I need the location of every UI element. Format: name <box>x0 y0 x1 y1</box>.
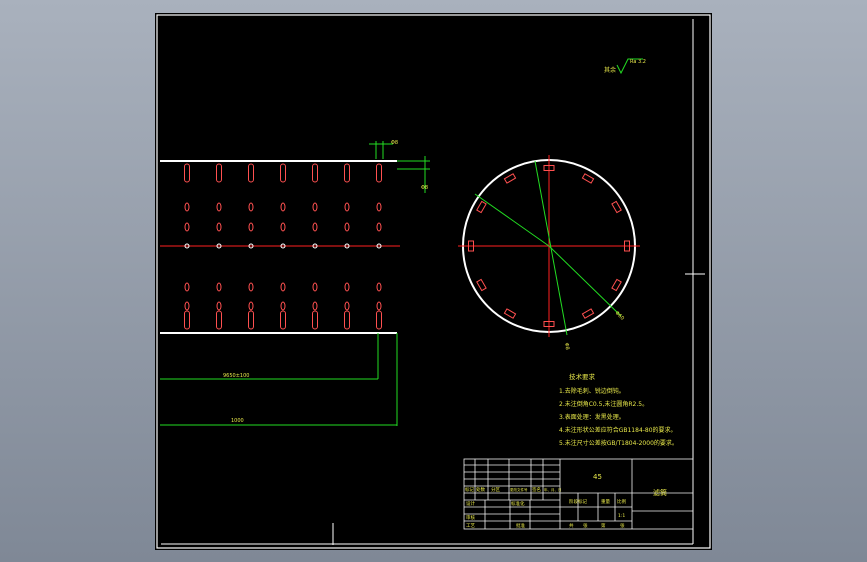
hole-6-2 <box>248 310 254 330</box>
hole-4-1 <box>216 282 222 292</box>
hole-0-0 <box>184 163 190 183</box>
dim-diagonal <box>534 160 568 336</box>
hole-0-6 <box>376 163 382 183</box>
drawing-canvas: Φ8 Φ8 9650±100 1000 Φ60 Φ8 其余 Ra 3.2 技术要… <box>156 14 711 549</box>
tb-approve: 批准 <box>516 522 525 529</box>
cad-viewport[interactable]: Φ8 Φ8 9650±100 1000 Φ60 Φ8 其余 Ra 3.2 技术要… <box>155 13 712 550</box>
circle-slot-4 <box>503 308 517 319</box>
dim-radius-left <box>474 193 550 247</box>
hole-5-1 <box>216 301 222 311</box>
hole-0-5 <box>344 163 350 183</box>
tb-page: 张 <box>620 522 625 529</box>
tb-scale: 1:1 <box>618 513 625 519</box>
hole-5-3 <box>280 301 286 311</box>
tb-header-1: 处数 <box>476 486 485 493</box>
dim-inner-length-text: 9650±100 <box>223 373 249 379</box>
hole-6-5 <box>344 310 350 330</box>
hole-2-2 <box>248 222 254 232</box>
title-block-text: 标记 处数 分区 更改文件号 签名 年、月、日 设计 标准化 审核 工艺 批准 … <box>465 473 667 529</box>
circle-slot-11 <box>611 200 622 214</box>
hole-5-6 <box>376 301 382 311</box>
circle-slot-10 <box>581 173 595 184</box>
hole-0-1 <box>216 163 222 183</box>
hole-4-2 <box>248 282 254 292</box>
hole-4-3 <box>280 282 286 292</box>
dim-radius-right <box>548 245 622 317</box>
hole-6-1 <box>216 310 222 330</box>
hole-1-1 <box>216 202 222 212</box>
hole-4-6 <box>376 282 382 292</box>
hole-4-0 <box>184 282 190 292</box>
hole-6-6 <box>376 310 382 330</box>
hole-2-3 <box>280 222 286 232</box>
circle-slot-8 <box>503 173 517 184</box>
hole-1-3 <box>280 202 286 212</box>
hole-1-6 <box>376 202 382 212</box>
circle-slot-2 <box>581 308 595 319</box>
hole-1-2 <box>248 202 254 212</box>
side-dimensions: Φ8 Φ8 9650±100 1000 <box>160 140 430 426</box>
roughness-value: Ra 3.2 <box>630 59 646 65</box>
tech-title: 技术要求 <box>569 372 596 381</box>
dim-circle-bottom-text: Φ8 <box>563 342 570 350</box>
hole-5-2 <box>248 301 254 311</box>
circle-slot-5 <box>476 278 487 292</box>
tb-process: 工艺 <box>466 523 475 529</box>
tb-ratio: 比例 <box>617 498 626 505</box>
hole-2-4 <box>312 222 318 232</box>
tb-of: 第 <box>601 522 606 529</box>
tech-item-4: 4.未注形状公差应符合GB1184-80的要求。 <box>559 426 677 434</box>
tb-header-3: 更改文件号 <box>510 487 528 492</box>
side-view <box>160 160 400 334</box>
hole-0-4 <box>312 163 318 183</box>
tb-material: 45 <box>593 473 602 481</box>
hole-5-5 <box>344 301 350 311</box>
hole-2-0 <box>184 222 190 232</box>
hole-2-1 <box>216 222 222 232</box>
hole-5-0 <box>184 301 190 311</box>
hole-1-4 <box>312 202 318 212</box>
tb-sheet: 张 <box>583 522 588 529</box>
tech-item-3: 3.表面处理：发黑处理。 <box>559 413 625 421</box>
roughness-label: 其余 <box>604 66 616 74</box>
dim-right-text: Φ8 <box>421 185 428 191</box>
tb-standard: 标准化 <box>511 500 525 507</box>
end-view: Φ60 Φ8 <box>458 155 640 350</box>
tb-header-5: 年、月、日 <box>544 487 562 492</box>
hole-5-4 <box>312 301 318 311</box>
hole-0-3 <box>280 163 286 183</box>
circle-slot-1 <box>611 278 622 292</box>
hole-6-3 <box>280 310 286 330</box>
tb-review: 审核 <box>466 514 475 521</box>
tb-header-2: 分区 <box>491 486 500 493</box>
hole-1-0 <box>184 202 190 212</box>
hole-6-0 <box>184 310 190 330</box>
tb-design: 设计 <box>466 500 475 507</box>
hole-2-6 <box>376 222 382 232</box>
dim-total-length-text: 1000 <box>231 418 244 424</box>
hole-0-2 <box>248 163 254 183</box>
dim-top-small-text: Φ8 <box>391 140 398 146</box>
tb-sheets: 共 <box>569 522 574 529</box>
tb-weight: 重量 <box>601 498 610 505</box>
tb-header-0: 标记 <box>465 486 474 493</box>
hole-4-4 <box>312 282 318 292</box>
hole-2-5 <box>344 222 350 232</box>
hole-1-5 <box>344 202 350 212</box>
tech-item-1: 1.去除毛刺、锐边倒钝。 <box>559 387 625 395</box>
tb-stage: 阶段标记 <box>569 498 587 505</box>
tech-requirements: 技术要求 1.去除毛刺、锐边倒钝。 2.未注倒角C0.5,未注圆角R2.5。 3… <box>559 372 678 447</box>
circle-slot-7 <box>476 200 487 214</box>
tb-header-4: 签名 <box>532 486 541 493</box>
tb-part-name: 滤筒 <box>653 488 667 497</box>
dim-circle-right-text: Φ60 <box>614 310 626 322</box>
hole-6-4 <box>312 310 318 330</box>
roughness-symbol: 其余 Ra 3.2 <box>604 58 646 75</box>
hole-4-5 <box>344 282 350 292</box>
tech-item-2: 2.未注倒角C0.5,未注圆角R2.5。 <box>559 400 648 408</box>
tech-item-5: 5.未注尺寸公差按GB/T1804-2000的要求。 <box>559 439 678 447</box>
